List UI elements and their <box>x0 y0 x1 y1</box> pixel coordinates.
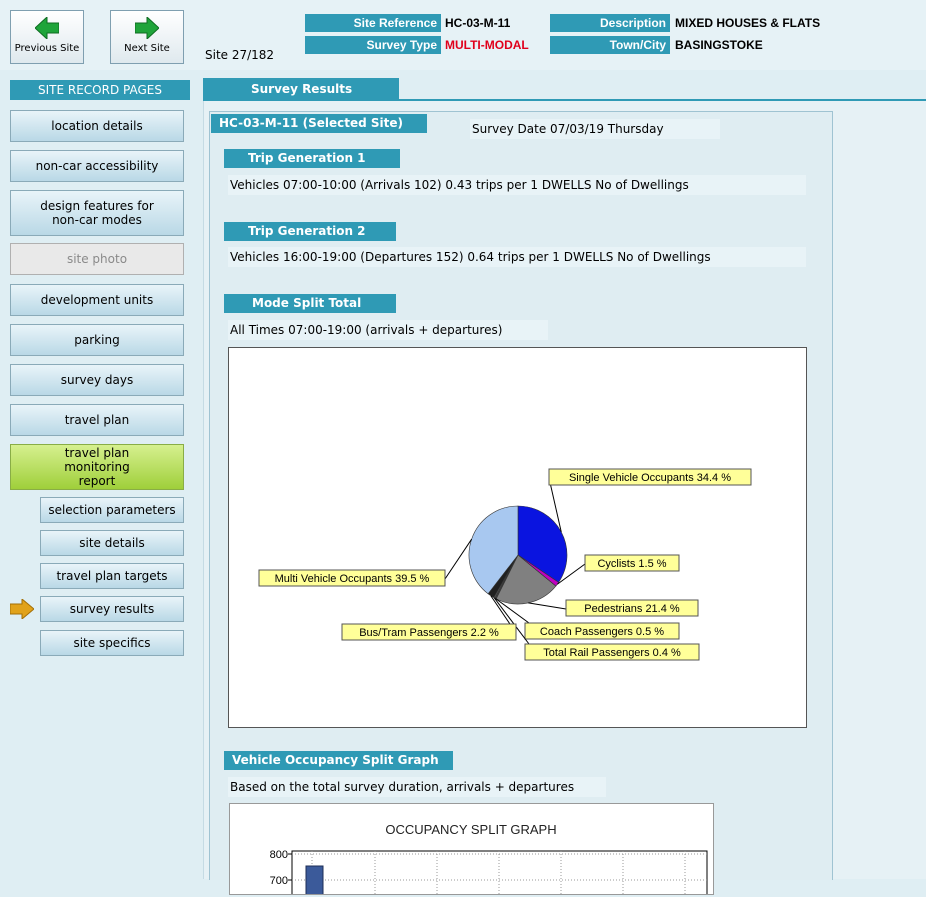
subitem-travel-plan-targets[interactable]: travel plan targets <box>40 563 184 589</box>
subitem-site-details[interactable]: site details <box>40 530 184 556</box>
subitem-survey-results[interactable]: survey results <box>40 596 184 622</box>
mode-split-chart: Single Vehicle Occupants 34.4 % Cyclists … <box>228 347 807 728</box>
pie-label-bus-tram-passengers: Bus/Tram Passengers 2.2 % <box>341 623 517 641</box>
mode-split-heading: Mode Split Total <box>224 294 396 313</box>
trip-generation-1-heading: Trip Generation 1 <box>224 149 400 168</box>
sidebar-heading: SITE RECORD PAGES <box>10 80 190 100</box>
pie-label-multi-vehicle-occupants: Multi Vehicle Occupants 39.5 % <box>258 569 446 587</box>
pie-label-single-vehicle-occupants: Single Vehicle Occupants 34.4 % <box>548 468 752 486</box>
svg-text:Total Rail Passengers 0.4 %: Total Rail Passengers 0.4 % <box>543 647 681 659</box>
trip-generation-2-text: Vehicles 16:00-19:00 (Departures 152) 0.… <box>228 247 806 267</box>
mode-split-text: All Times 07:00-19:00 (arrivals + depart… <box>228 320 548 340</box>
site-count: Site 27/182 <box>205 48 275 62</box>
survey-date: Survey Date 07/03/19 Thursday <box>470 119 720 139</box>
sidebar-item-location-details[interactable]: location details <box>10 110 184 142</box>
svg-text:Coach Passengers 0.5 %: Coach Passengers 0.5 % <box>540 626 664 638</box>
sidebar-item-travel-plan[interactable]: travel plan <box>10 404 184 436</box>
description-value: MIXED HOUSES & FLATS <box>675 16 821 30</box>
occupancy-chart-title: OCCUPANCY SPLIT GRAPH <box>385 822 556 837</box>
sidebar-item-site-photo[interactable]: site photo <box>10 243 184 275</box>
survey-type-label: Survey Type <box>305 36 441 54</box>
sidebar-item-parking[interactable]: parking <box>10 324 184 356</box>
svg-text:Single Vehicle Occupants 34.4: Single Vehicle Occupants 34.4 % <box>569 472 731 484</box>
subitem-site-specifics[interactable]: site specifics <box>40 630 184 656</box>
sidebar-item-travel-plan-monitoring-report[interactable]: travel plan monitoring report <box>10 444 184 490</box>
sidebar-item-development-units[interactable]: development units <box>10 284 184 316</box>
next-site-label: Next Site <box>124 43 170 54</box>
previous-site-button[interactable]: Previous Site <box>10 10 84 64</box>
subitem-selection-parameters[interactable]: selection parameters <box>40 497 184 523</box>
mode-split-pie-svg: Single Vehicle Occupants 34.4 % Cyclists … <box>258 468 752 661</box>
svg-text:Multi Vehicle Occupants 39.5 %: Multi Vehicle Occupants 39.5 % <box>275 573 430 585</box>
site-reference-label: Site Reference <box>305 14 441 32</box>
occupancy-chart-svg: OCCUPANCY SPLIT GRAPH 800 700 <box>270 822 708 897</box>
pie-leader-line <box>444 538 473 580</box>
pie-label-coach-passengers: Coach Passengers 0.5 % <box>524 622 680 640</box>
sidebar-item-design-features[interactable]: design features for non-car modes <box>10 190 184 236</box>
description-label: Description <box>550 14 670 32</box>
next-site-button[interactable]: Next Site <box>110 10 184 64</box>
trip-generation-1-text: Vehicles 07:00-10:00 (Arrivals 102) 0.43… <box>228 175 806 195</box>
survey-type-value: MULTI-MODAL <box>445 38 529 52</box>
occupancy-ytick: 800 <box>270 849 288 861</box>
current-page-arrow-icon <box>10 599 34 619</box>
trip-generation-2-heading: Trip Generation 2 <box>224 222 396 241</box>
right-arrow-icon <box>135 17 159 39</box>
svg-text:Pedestrians 21.4 %: Pedestrians 21.4 % <box>584 603 680 615</box>
town-label: Town/City <box>550 36 670 54</box>
left-arrow-icon <box>35 17 59 39</box>
sidebar-item-non-car-accessibility[interactable]: non-car accessibility <box>10 150 184 182</box>
occupancy-ytick: 700 <box>270 875 288 887</box>
svg-text:Bus/Tram Passengers 2.2 %: Bus/Tram Passengers 2.2 % <box>359 627 499 639</box>
occupancy-heading: Vehicle Occupancy Split Graph <box>224 751 453 770</box>
top-bar: Previous Site Next Site Site 27/182 Site… <box>0 0 926 70</box>
pie-label-pedestrians: Pedestrians 21.4 % <box>565 599 699 617</box>
pie-leader-line <box>528 602 567 610</box>
site-reference-value: HC-03-M-11 <box>445 16 511 30</box>
previous-site-label: Previous Site <box>14 43 80 54</box>
pie-label-total-rail-passengers: Total Rail Passengers 0.4 % <box>524 643 700 661</box>
svg-text:Cyclists 1.5 %: Cyclists 1.5 % <box>597 558 666 570</box>
town-value: BASINGSTOKE <box>675 38 763 52</box>
selected-site-heading: HC-03-M-11 (Selected Site) <box>211 114 427 133</box>
occupancy-bar <box>305 865 324 897</box>
occupancy-text: Based on the total survey duration, arri… <box>228 777 606 797</box>
occupancy-chart: OCCUPANCY SPLIT GRAPH 800 700 <box>229 803 714 897</box>
sidebar-item-survey-days[interactable]: survey days <box>10 364 184 396</box>
pie-label-cyclists: Cyclists 1.5 % <box>584 554 680 572</box>
tab-survey-results[interactable]: Survey Results <box>203 78 399 100</box>
